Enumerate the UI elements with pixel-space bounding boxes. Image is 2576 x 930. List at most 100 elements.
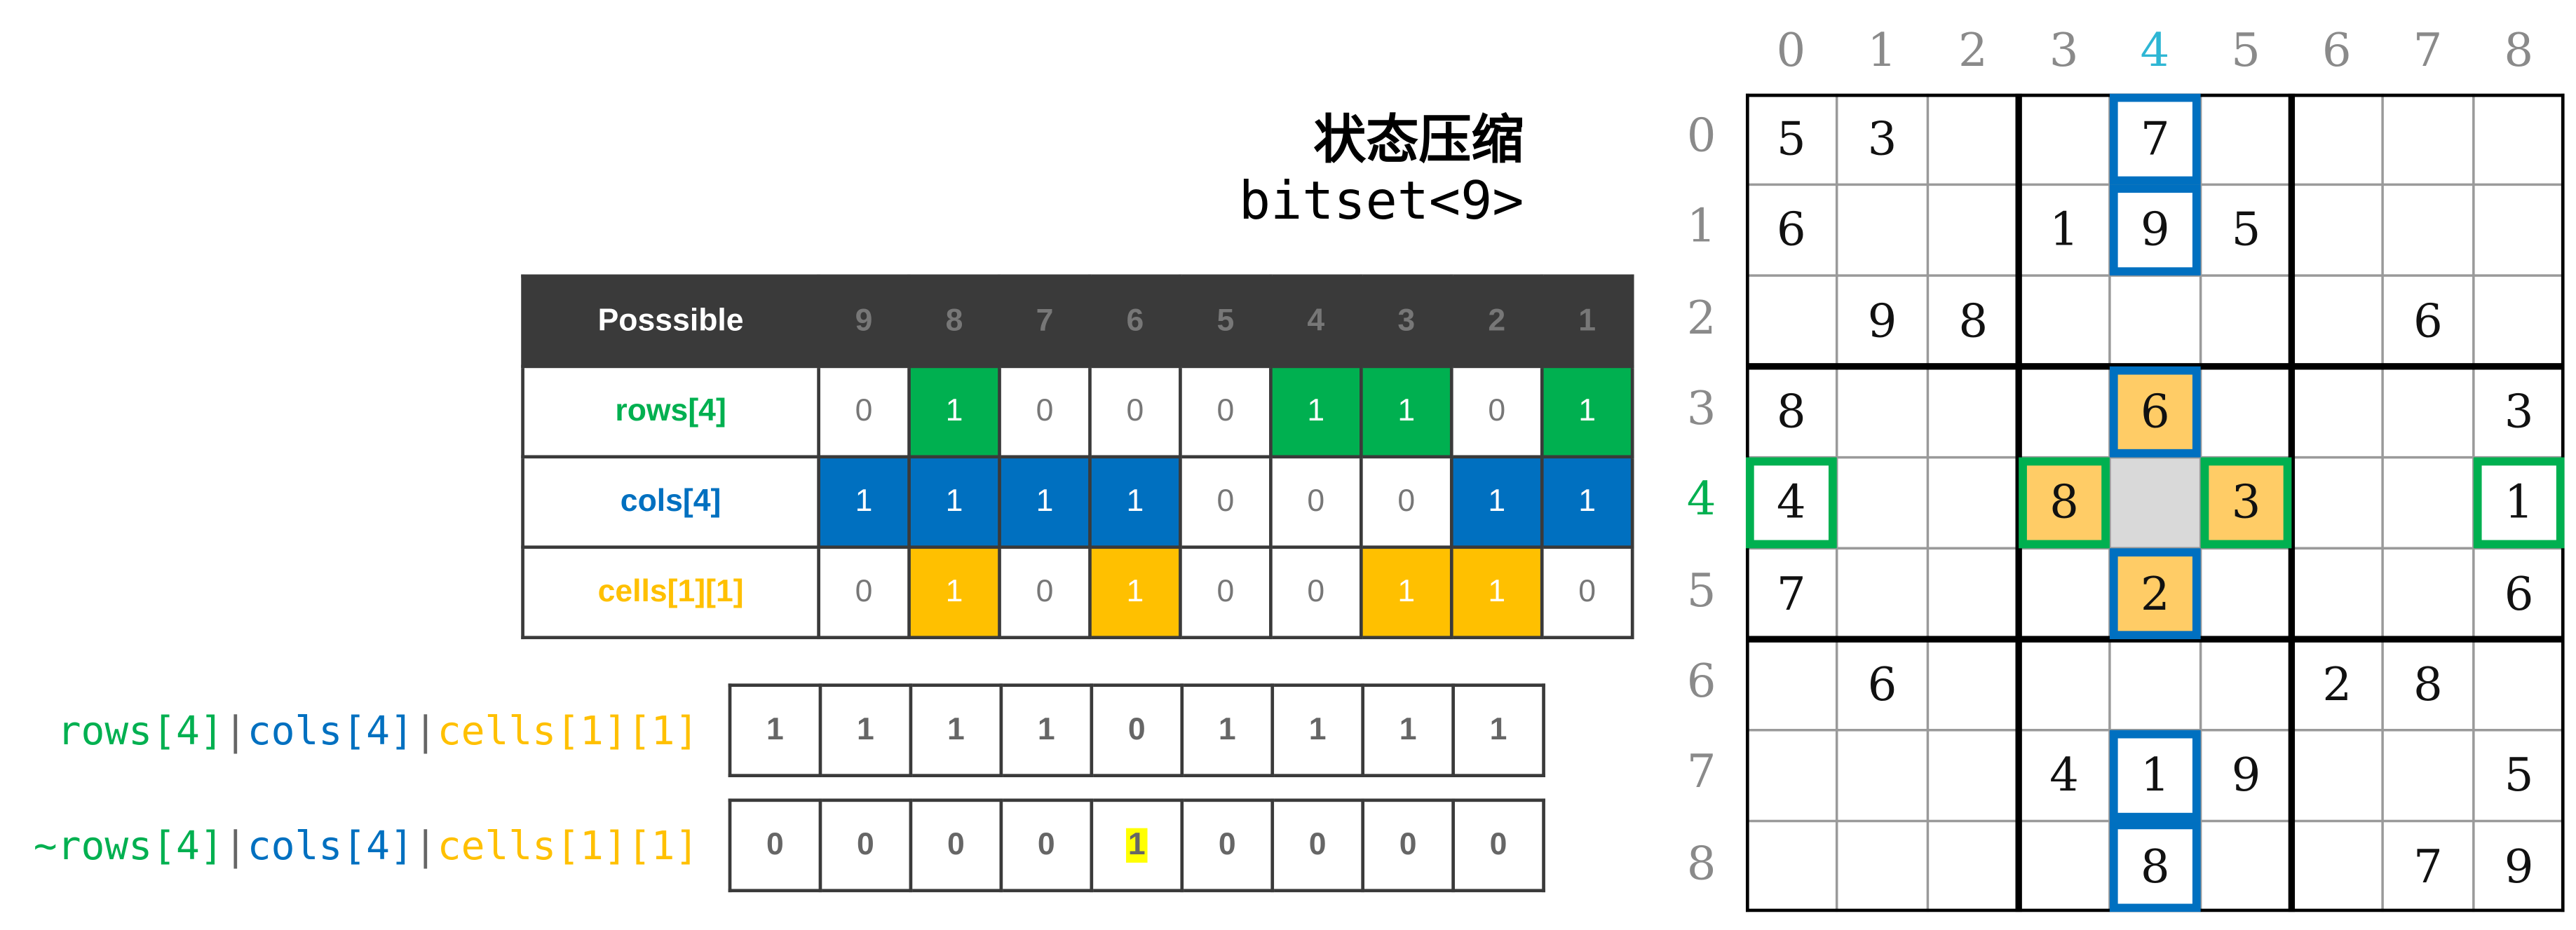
result-expression: rows[4]|cols[4]|cells[1][1] [57,709,699,755]
table-row: rows[4] 0 1 0 0 0 1 1 0 1 [521,364,1634,459]
sudoku-gridlines [1745,93,2565,912]
result-bit-cell: 1 [999,683,1094,777]
bit-cell: 0 [817,364,911,459]
bit-cell: 1 [1540,455,1634,549]
result-bit-cell: 1 [1361,683,1455,777]
table-header-row: Posssible 9 8 7 6 5 4 3 2 1 [521,274,1634,369]
expr-cells: cells[1][1] [437,823,699,870]
expr-prefix: ~ [33,823,57,870]
bit-cell: 0 [1088,364,1182,459]
bit-cell: 0 [1179,364,1273,459]
bit-cell: 0 [1359,455,1453,549]
bit-cell: 0 [998,364,1092,459]
header-label: Posssible [521,274,820,369]
expr-rows: rows[4] [57,823,224,870]
bit-cell: 1 [1088,545,1182,640]
column-index: 6 [2321,22,2352,78]
column-index: 5 [2231,22,2260,78]
expr-cells: cells[1][1] [437,708,699,755]
header-bit: 3 [1359,274,1453,369]
diagram-subtitle: bitset<9> [1238,169,1524,232]
expr-cols: cols[4] [247,708,414,755]
bit-cell: 0 [817,545,911,640]
column-index: 2 [1958,22,1988,78]
result-bit-cell: 0 [728,798,822,893]
bitset-table: Posssible 9 8 7 6 5 4 3 2 1 rows[4] 0 1 0 0 0 1 1 0 1 cols[4… [521,274,1634,640]
row-peer-highlight [2019,457,2110,549]
bit-cell: 1 [998,455,1092,549]
row-index: 3 [1686,381,1716,436]
bit-cell: 1 [1269,364,1363,459]
result-bit-cell: 1 [728,683,822,777]
column-index: 8 [2504,22,2534,78]
bit-cell: 1 [817,455,911,549]
row-label: cols[4] [521,455,820,549]
result-bits-row: 111101111 [728,683,1545,777]
table-row: cols[4] 1 1 1 1 0 0 0 1 1 [521,455,1634,549]
header-bit: 7 [998,274,1092,369]
bit-cell: 1 [1359,545,1453,640]
bit-cell: 0 [1269,545,1363,640]
column-peer-highlight [2109,821,2201,912]
bit-cell: 1 [907,455,1001,549]
bit-cell: 0 [1269,455,1363,549]
header-bit: 2 [1449,274,1544,369]
column-index: 0 [1776,22,1806,78]
bit-cell: 0 [1179,545,1273,640]
bit-cell: 1 [1449,545,1544,640]
bit-cell: 1 [1449,455,1544,549]
bit-cell: 1 [1088,455,1182,549]
result-bit-cell: 0 [909,798,1003,893]
expr-cols: cols[4] [247,823,414,870]
result-bit-cell: 0 [1270,798,1365,893]
expr-sep: | [413,823,438,870]
header-bit: 6 [1088,274,1182,369]
row-index: 8 [1686,835,1716,890]
expr-sep: | [223,823,248,870]
bit-cell: 1 [1540,364,1634,459]
negated-result-expression: ~rows[4]|cols[4]|cells[1][1] [34,823,699,870]
expr-rows: rows[4] [57,708,224,755]
row-peer-highlight [2473,457,2565,549]
column-index: 7 [2413,22,2443,78]
bit-cell: 0 [1540,545,1634,640]
result-bit-cell: 1 [1180,683,1275,777]
diagram-title: 状态压缩 [1313,108,1524,171]
column-index: 1 [1867,22,1897,78]
expr-sep: | [413,708,438,755]
column-index: 3 [2049,22,2079,78]
result-bit-cell: 0 [818,798,913,893]
bit-cell: 1 [1359,364,1453,459]
result-bit-cell: 1 [1270,683,1365,777]
result-bit-cell: 0 [1451,798,1545,893]
bit-cell: 0 [1179,455,1273,549]
result-bit-cell: 1 [909,683,1003,777]
result-bit-cell: 0 [999,798,1094,893]
row-label: rows[4] [521,364,820,459]
column-peer-highlight [2109,93,2201,185]
bit-cell: 1 [907,545,1001,640]
row-index: 5 [1686,563,1716,617]
column-peer-highlight [2109,184,2201,276]
header-bit: 5 [1179,274,1273,369]
header-bit: 4 [1269,274,1363,369]
column-index: 4 [2140,22,2170,78]
row-peer-highlight [1745,457,1837,549]
row-index: 7 [1686,744,1716,800]
row-peer-highlight [2200,457,2292,549]
bit-cell: 0 [998,545,1092,640]
header-bit: 9 [817,274,911,369]
result-bit-cell: 1 [1451,683,1545,777]
result-bit-cell: 1 [818,683,913,777]
row-index: 6 [1686,654,1716,709]
sudoku-board: 537619598686348317266284195879 [1745,93,2565,912]
diagram: 状态压缩 bitset<9> Posssible 9 8 7 6 5 4 3 2 1 rows[4]… [0,0,2576,930]
column-peer-highlight [2109,548,2201,640]
highlighted-bit: 1 [1126,827,1148,862]
bit-cell: 0 [1449,364,1544,459]
result-bit-cell: 1 [1090,798,1184,893]
row-index: 0 [1686,108,1716,163]
row-index: 2 [1686,290,1716,345]
bit-cell: 1 [907,364,1001,459]
row-index: 1 [1686,199,1716,254]
